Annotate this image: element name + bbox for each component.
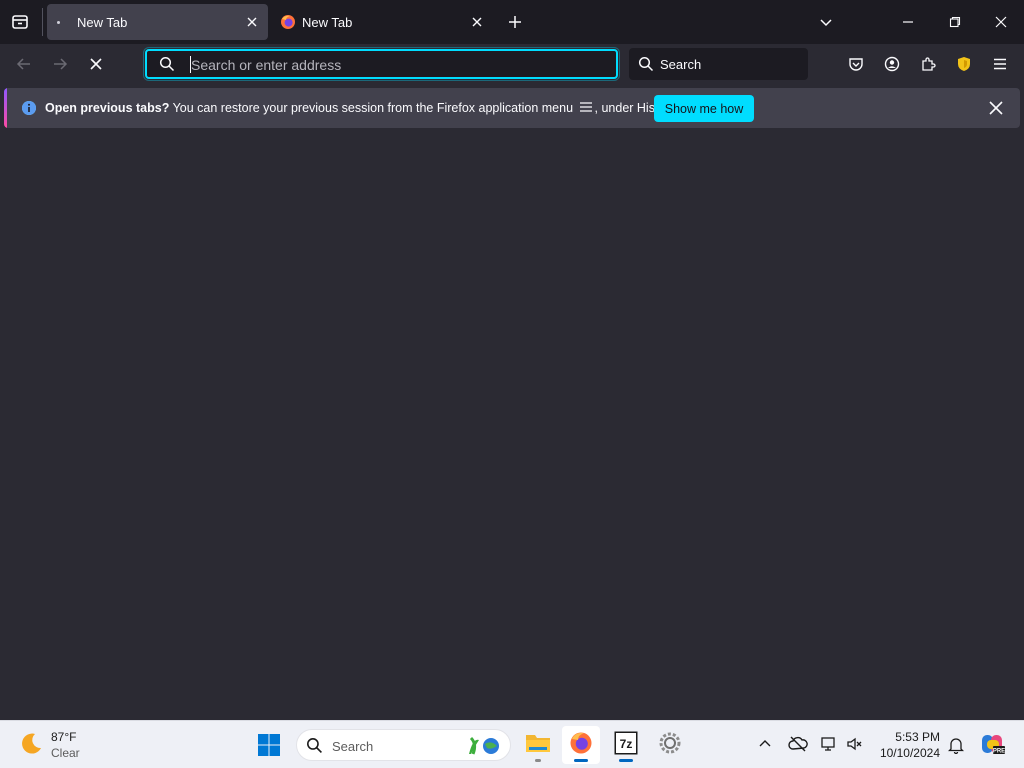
tab-close-icon[interactable]	[469, 14, 485, 30]
search-highlight-icon	[465, 734, 505, 763]
firefox-favicon-icon	[280, 14, 296, 33]
tab-close-icon[interactable]	[244, 14, 260, 30]
copilot-icon[interactable]: PRE	[980, 731, 1006, 762]
clock-time[interactable]: 5:53 PM	[870, 730, 940, 744]
taskbar-file-explorer[interactable]	[519, 726, 557, 764]
info-icon	[21, 100, 37, 121]
url-input-placeholder[interactable]: Search or enter address	[191, 57, 601, 73]
back-arrow-icon[interactable]	[12, 52, 36, 76]
firefox-view-icon[interactable]	[8, 10, 32, 34]
url-bar[interactable]: Search or enter address	[143, 47, 620, 81]
notification-message: Open previous tabs? You can restore your…	[45, 101, 678, 116]
account-icon[interactable]	[880, 52, 904, 76]
folder-icon	[525, 732, 551, 759]
search-icon	[638, 56, 654, 77]
tab-loading-icon	[57, 21, 60, 24]
search-bar-label: Search	[660, 57, 702, 72]
show-me-how-button[interactable]: Show me how	[654, 95, 754, 122]
restore-icon[interactable]	[943, 10, 967, 34]
nav-toolbar: Search or enter address Search	[0, 44, 1024, 85]
notification-body: You can restore your previous session fr…	[169, 101, 577, 115]
weather-temperature[interactable]: 87°F	[51, 730, 76, 744]
firefox-window: New Tab New Tab Search or enter address …	[0, 0, 1024, 720]
weather-description[interactable]: Clear	[51, 746, 80, 760]
taskbar-search[interactable]: Search	[296, 729, 511, 761]
7zip-icon: 7z	[614, 731, 638, 760]
tab-separator	[42, 8, 43, 36]
new-tab-plus-icon[interactable]	[503, 10, 527, 34]
forward-arrow-icon[interactable]	[48, 52, 72, 76]
close-notification-icon[interactable]	[986, 98, 1006, 118]
svg-text:PRE: PRE	[993, 749, 1005, 755]
app-indicator	[574, 759, 588, 762]
tab-strip: New Tab New Tab	[0, 0, 1024, 44]
weather-moon-icon[interactable]	[18, 731, 44, 762]
volume-muted-icon[interactable]	[846, 735, 864, 758]
list-all-tabs-chevron-icon[interactable]	[814, 10, 838, 34]
app-indicator	[535, 759, 541, 762]
extensions-puzzle-icon[interactable]	[916, 52, 940, 76]
search-icon	[159, 56, 175, 77]
show-hidden-icons-chevron-icon[interactable]	[757, 736, 773, 757]
windows-start-icon[interactable]	[257, 733, 281, 762]
tab-new-tab[interactable]: New Tab	[272, 4, 493, 40]
search-bar[interactable]: Search	[629, 48, 808, 80]
tab-title: New Tab	[302, 15, 353, 30]
tab-title: New Tab	[77, 15, 128, 30]
restore-session-notification: Open previous tabs? You can restore your…	[4, 88, 1020, 128]
shield-extension-icon[interactable]	[952, 52, 976, 76]
pocket-icon[interactable]	[844, 52, 868, 76]
gear-icon	[658, 731, 682, 760]
page-content	[0, 134, 1024, 720]
notification-bold: Open previous tabs?	[45, 101, 170, 115]
taskbar-settings[interactable]	[651, 726, 689, 764]
app-indicator	[619, 759, 633, 762]
svg-text:7z: 7z	[620, 737, 633, 751]
taskbar-firefox[interactable]	[562, 726, 600, 764]
hamburger-menu-icon[interactable]	[988, 52, 1012, 76]
taskbar-7zip[interactable]: 7z	[607, 726, 645, 764]
notification-bell-icon[interactable]	[947, 736, 965, 759]
tab-new-tab-active[interactable]: New Tab	[47, 4, 268, 40]
clock-date[interactable]: 10/10/2024	[870, 746, 940, 760]
onedrive-offline-icon[interactable]	[788, 735, 808, 758]
search-icon	[306, 737, 323, 759]
network-icon[interactable]	[820, 735, 838, 758]
close-window-icon[interactable]	[989, 10, 1013, 34]
windows-taskbar: 87°F Clear Search 7z 5:53 PM 10/10/2024 …	[0, 720, 1024, 768]
taskbar-search-label: Search	[332, 739, 374, 754]
stop-loading-icon[interactable]	[84, 52, 108, 76]
firefox-icon	[569, 731, 593, 760]
minimize-icon[interactable]	[896, 10, 920, 34]
notification-accent	[4, 88, 7, 128]
menu-icon	[579, 101, 593, 116]
